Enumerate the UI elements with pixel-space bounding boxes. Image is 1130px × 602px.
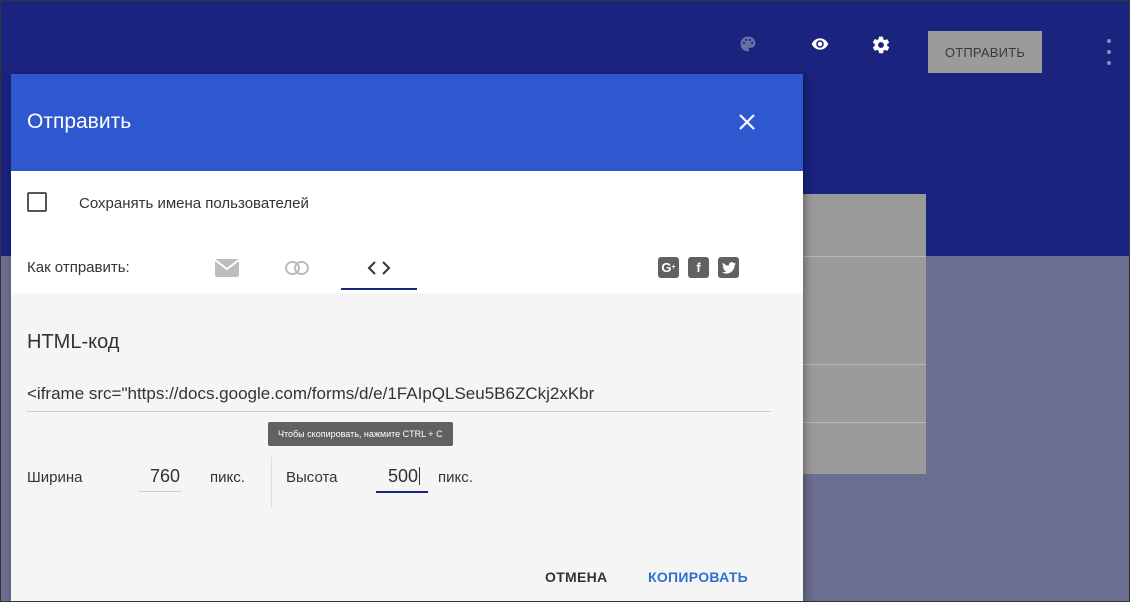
height-input[interactable]: 500	[388, 466, 421, 487]
width-input[interactable]: 760	[150, 466, 180, 487]
twitter-icon[interactable]	[718, 257, 739, 278]
send-button[interactable]: ОТПРАВИТЬ	[928, 31, 1042, 73]
text-cursor	[419, 467, 421, 485]
cancel-button[interactable]: ОТМЕНА	[545, 569, 607, 585]
height-value: 500	[388, 466, 419, 486]
more-vert-icon[interactable]	[1106, 39, 1112, 65]
dialog-title: Отправить	[27, 110, 132, 133]
dimension-divider	[271, 457, 272, 507]
copy-tooltip: Чтобы скопировать, нажмите CTRL + C	[268, 422, 453, 446]
google-plus-icon[interactable]: G +	[658, 257, 679, 278]
height-label: Высота	[286, 469, 338, 486]
how-to-send-label: Как отправить:	[27, 259, 130, 276]
active-method-indicator	[341, 288, 417, 290]
width-unit: пикс.	[210, 469, 245, 486]
app-window: ОТПРАВИТЬ Отправить Сохранять имена поль…	[0, 0, 1130, 602]
embed-code-icon[interactable]	[363, 248, 395, 288]
height-underline	[376, 491, 428, 493]
close-icon[interactable]	[737, 112, 757, 132]
form-card-background	[801, 194, 926, 474]
email-icon[interactable]	[211, 248, 243, 288]
facebook-icon[interactable]: f	[688, 257, 709, 278]
save-names-label: Сохранять имена пользователей	[79, 195, 309, 212]
palette-icon[interactable]	[739, 35, 757, 53]
dialog-header: Отправить	[11, 74, 803, 171]
html-code-section	[11, 293, 803, 601]
eye-icon[interactable]	[809, 35, 831, 53]
html-code-title: HTML-код	[27, 331, 120, 353]
width-underline	[139, 491, 181, 492]
send-dialog: Отправить Сохранять имена пользователей …	[11, 74, 803, 601]
height-unit: пикс.	[438, 469, 473, 486]
embed-code-field[interactable]: <iframe src="https://docs.google.com/for…	[27, 384, 771, 404]
code-field-underline	[27, 411, 771, 412]
copy-button[interactable]: КОПИРОВАТЬ	[648, 569, 748, 585]
width-label: Ширина	[27, 469, 83, 486]
save-names-checkbox[interactable]	[27, 192, 47, 212]
gear-icon[interactable]	[871, 35, 891, 55]
link-icon[interactable]	[281, 248, 313, 288]
top-toolbar: ОТПРАВИТЬ	[1, 1, 1129, 73]
